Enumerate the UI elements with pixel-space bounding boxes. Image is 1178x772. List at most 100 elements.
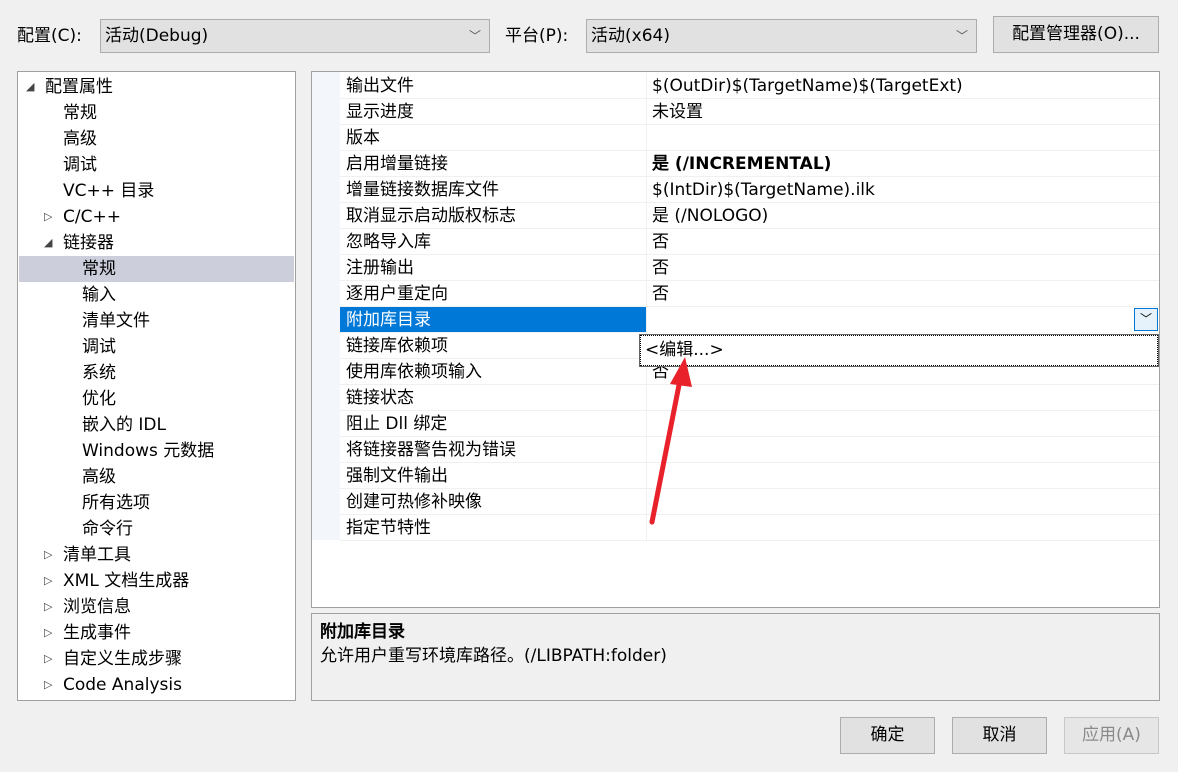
property-value[interactable]: 否 [646,229,1159,255]
tree-item[interactable]: ▷ Code Analysis [19,672,294,698]
tree-item-label: 配置属性 [45,77,113,97]
property-name: 逐用户重定向 [346,284,448,304]
tree-item[interactable]: 调试 [19,334,294,360]
property-value[interactable] [646,463,1159,489]
ok-button[interactable]: 确定 [840,717,935,754]
property-name: 附加库目录 [346,310,431,330]
tree-item[interactable]: 优化 [19,386,294,412]
property-name: 显示进度 [346,102,414,122]
config-combo[interactable]: 活动(Debug) ﹀ [100,19,490,53]
property-name: 链接库依赖项 [346,336,448,356]
tree-item-label: XML 文档生成器 [63,571,190,591]
property-value[interactable]: $(OutDir)$(TargetName)$(TargetExt) [646,73,1159,99]
property-row[interactable]: 附加库目录 ﹀ [340,307,1159,333]
config-manager-button[interactable]: 配置管理器(O)... [993,16,1159,53]
tree-item[interactable]: ◢ 配置属性 [19,74,294,100]
dropdown-list[interactable]: <编辑...> [639,334,1159,367]
tree-item[interactable]: 高级 [19,126,294,152]
property-value-text: 是 (/NOLOGO) [652,206,769,226]
property-row[interactable]: 指定节特性 [340,515,1159,541]
tree-item-label: 常规 [63,103,97,123]
expanded-triangle-icon[interactable]: ◢ [26,74,34,100]
property-value-text: 未设置 [652,102,703,122]
property-tree[interactable]: ◢ 配置属性 常规 高级 调试 VC++ 目录 ▷ C/C++ ◢ 链接器 常规 输入 清单文件 调试 系统… [17,71,296,701]
tree-item-label: 调试 [82,337,116,357]
tree-item-label: 生成事件 [63,623,131,643]
collapsed-triangle-icon[interactable]: ▷ [44,646,52,672]
property-name: 启用增量链接 [346,154,448,174]
tree-item[interactable]: 调试 [19,152,294,178]
tree-item[interactable]: 高级 [19,464,294,490]
property-value[interactable] [646,385,1159,411]
tree-item[interactable]: 常规 [19,256,294,282]
tree-item[interactable]: 清单文件 [19,308,294,334]
tree-item-label: Code Analysis [63,675,182,695]
collapsed-triangle-icon[interactable]: ▷ [44,568,52,594]
property-value[interactable]: 否 [646,255,1159,281]
property-value[interactable]: 否 [646,281,1159,307]
tree-item-label: 输入 [82,285,116,305]
tree-item-label: 自定义生成步骤 [63,649,182,669]
expanded-triangle-icon[interactable]: ◢ [44,230,52,256]
property-row[interactable]: 输出文件 $(OutDir)$(TargetName)$(TargetExt) [340,73,1159,99]
property-row[interactable]: 取消显示启动版权标志 是 (/NOLOGO) [340,203,1159,229]
cancel-button[interactable]: 取消 [952,717,1047,754]
property-name: 链接状态 [346,388,414,408]
property-name: 将链接器警告视为错误 [346,440,516,460]
collapsed-triangle-icon[interactable]: ▷ [44,204,52,230]
collapsed-triangle-icon[interactable]: ▷ [44,620,52,646]
collapsed-triangle-icon[interactable]: ▷ [44,542,52,568]
property-value[interactable]: ﹀ [646,307,1159,333]
property-row[interactable]: 启用增量链接 是 (/INCREMENTAL) [340,151,1159,177]
tree-item[interactable]: VC++ 目录 [19,178,294,204]
tree-item-label: VC++ 目录 [63,181,155,201]
collapsed-triangle-icon[interactable]: ▷ [44,594,52,620]
tree-item[interactable]: 命令行 [19,516,294,542]
tree-item[interactable]: ▷ 浏览信息 [19,594,294,620]
tree-item-label: Windows 元数据 [82,441,215,461]
tree-item[interactable]: ▷ 自定义生成步骤 [19,646,294,672]
tree-item-label: 常规 [82,259,116,279]
property-value[interactable]: 是 (/INCREMENTAL) [646,151,1159,177]
property-row[interactable]: 强制文件输出 [340,463,1159,489]
property-row[interactable]: 忽略导入库 否 [340,229,1159,255]
description-text: 允许用户重写环境库路径。(/LIBPATH:folder) [320,646,667,666]
collapsed-triangle-icon[interactable]: ▷ [44,672,52,698]
property-value[interactable] [646,411,1159,437]
property-row[interactable]: 将链接器警告视为错误 [340,437,1159,463]
property-row[interactable]: 逐用户重定向 否 [340,281,1159,307]
tree-item[interactable]: Windows 元数据 [19,438,294,464]
property-value[interactable]: 是 (/NOLOGO) [646,203,1159,229]
property-row[interactable]: 注册输出 否 [340,255,1159,281]
property-value[interactable] [646,489,1159,515]
dropdown-option-edit[interactable]: <编辑...> [645,340,724,360]
tree-item[interactable]: 嵌入的 IDL [19,412,294,438]
tree-item[interactable]: ◢ 链接器 [19,230,294,256]
tree-item-label: 高级 [82,467,116,487]
tree-item[interactable]: 系统 [19,360,294,386]
property-row[interactable]: 阻止 Dll 绑定 [340,411,1159,437]
tree-item[interactable]: 输入 [19,282,294,308]
property-name: 阻止 Dll 绑定 [346,414,448,434]
property-row[interactable]: 链接状态 [340,385,1159,411]
property-value[interactable] [646,125,1159,151]
tree-item[interactable]: 所有选项 [19,490,294,516]
property-value[interactable] [646,437,1159,463]
platform-combo[interactable]: 活动(x64) ﹀ [586,19,977,53]
tree-item[interactable]: ▷ C/C++ [19,204,294,230]
property-value-text: 是 (/INCREMENTAL) [652,154,832,174]
tree-item[interactable]: ▷ 生成事件 [19,620,294,646]
tree-item[interactable]: ▷ 清单工具 [19,542,294,568]
dropdown-chevron-button[interactable]: ﹀ [1134,308,1158,331]
platform-value: 活动(x64) [591,26,670,46]
property-row[interactable]: 创建可热修补映像 [340,489,1159,515]
property-row[interactable]: 版本 [340,125,1159,151]
property-value[interactable] [646,515,1159,541]
property-value[interactable]: 未设置 [646,99,1159,125]
tree-item[interactable]: ▷ XML 文档生成器 [19,568,294,594]
property-row[interactable]: 增量链接数据库文件 $(IntDir)$(TargetName).ilk [340,177,1159,203]
property-value[interactable]: $(IntDir)$(TargetName).ilk [646,177,1159,203]
property-row[interactable]: 显示进度 未设置 [340,99,1159,125]
tree-item[interactable]: 常规 [19,100,294,126]
config-label: 配置(C): [17,26,82,46]
